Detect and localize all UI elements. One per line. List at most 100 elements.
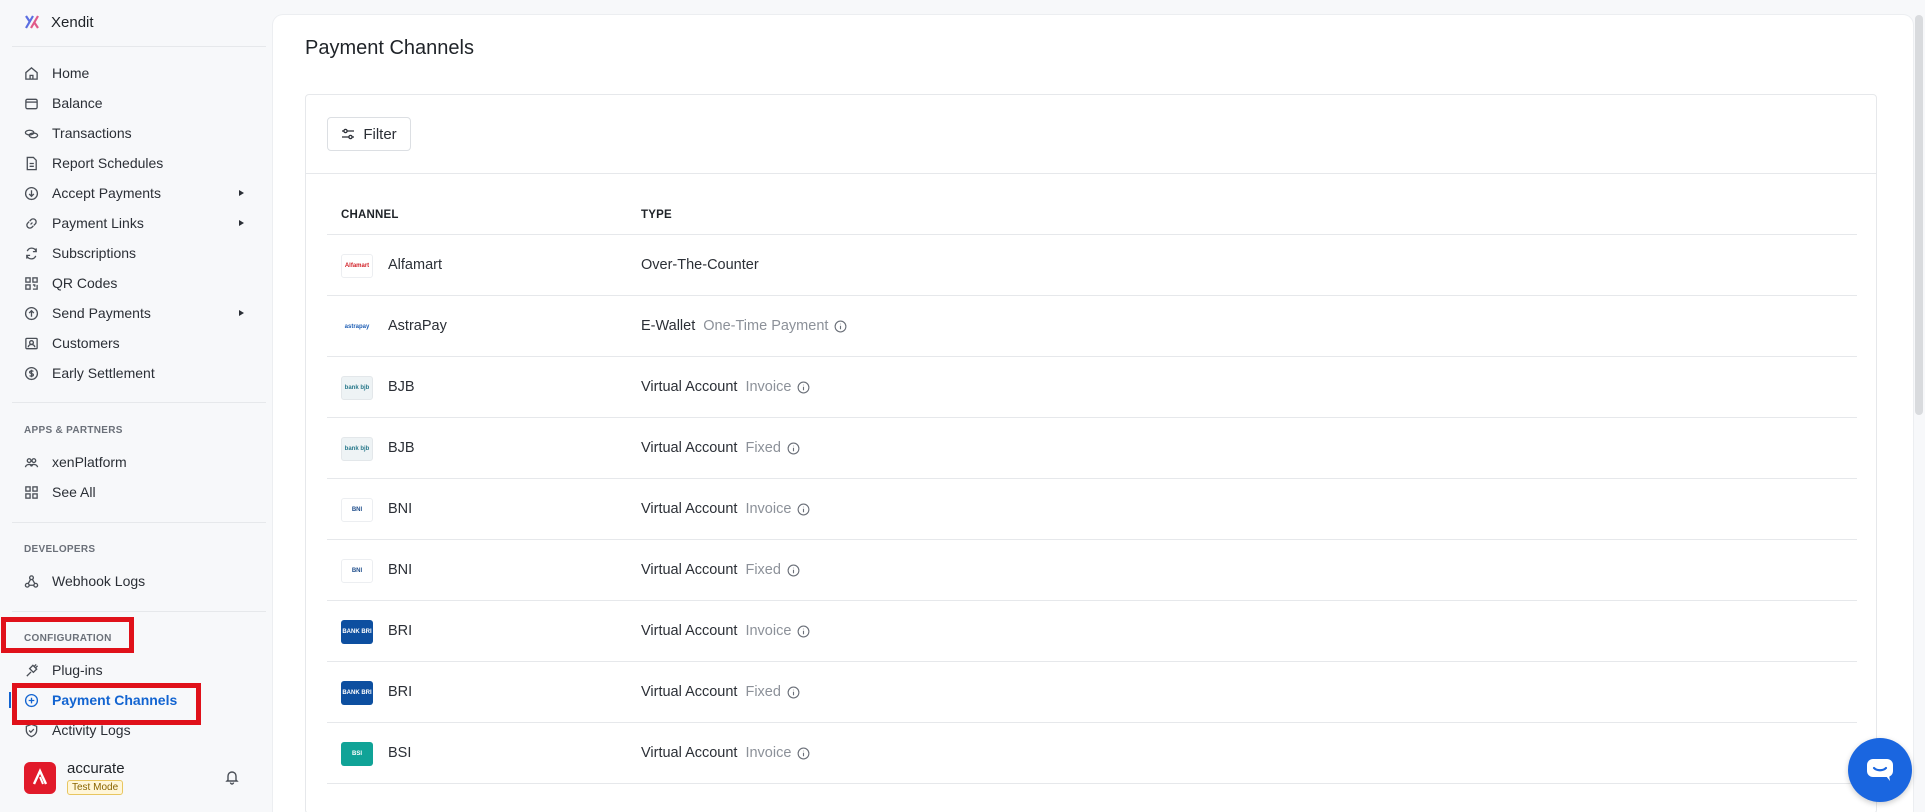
- highlight-box-payment-channels: [12, 683, 201, 725]
- divider: [12, 522, 266, 523]
- table-row[interactable]: BNI BNI Virtual Account Fixed: [327, 540, 1857, 601]
- section-title-developers: DEVELOPERS: [24, 544, 96, 555]
- sidebar-item-send-payments[interactable]: Send Payments: [12, 299, 252, 327]
- channel-logo: astrapay: [341, 315, 373, 339]
- channel-type: Over-The-Counter: [641, 257, 759, 273]
- sidebar-item-webhook-logs[interactable]: Webhook Logs: [12, 567, 252, 595]
- channel-logo: BNI: [341, 498, 373, 522]
- brand[interactable]: Xendit: [23, 12, 94, 32]
- table-row[interactable]: BANK BRI BRI Virtual Account Invoice: [327, 601, 1857, 662]
- table-row[interactable]: bank bjb BJB Virtual Account Fixed: [327, 418, 1857, 479]
- sidebar-item-label: Plug-ins: [52, 662, 103, 678]
- channel-name: BSI: [388, 745, 412, 761]
- sidebar-item-label: See All: [52, 484, 96, 500]
- channels-card: Filter CHANNEL TYPE Alfamart Alfamart Over…: [305, 94, 1877, 812]
- sidebar-item-subscriptions[interactable]: Subscriptions: [12, 239, 252, 267]
- type-label: Virtual Account: [641, 562, 738, 578]
- home-icon: [24, 66, 39, 81]
- sidebar-item-label: QR Codes: [52, 275, 118, 291]
- sidebar-item-transactions[interactable]: Transactions: [12, 119, 252, 147]
- sidebar-item-label: Send Payments: [52, 305, 151, 321]
- info-icon[interactable]: [787, 686, 800, 699]
- table-row[interactable]: astrapay AstraPay E-Wallet One-Time Payment: [327, 296, 1857, 357]
- users-icon: [24, 455, 39, 470]
- sidebar-item-see-all[interactable]: See All: [12, 478, 252, 506]
- channel-type: Virtual Account Fixed: [641, 562, 800, 578]
- channels-table: CHANNEL TYPE Alfamart Alfamart Over-The-Co…: [327, 175, 1857, 784]
- subtype-label: Invoice: [745, 501, 792, 517]
- sidebar-item-accept-payments[interactable]: Accept Payments: [12, 179, 252, 207]
- scrollbar[interactable]: [1915, 15, 1923, 415]
- subtype-label: Fixed: [745, 562, 781, 578]
- filter-button[interactable]: Filter: [327, 117, 411, 151]
- channel-type: Virtual Account Invoice: [641, 379, 810, 395]
- sidebar-item-report-schedules[interactable]: Report Schedules: [12, 149, 252, 177]
- subtype-label: One-Time Payment: [703, 318, 829, 334]
- channel-type: E-Wallet One-Time Payment: [641, 318, 847, 334]
- sidebar-item-label: xenPlatform: [52, 454, 127, 470]
- channel-logo: BANK BRI: [341, 620, 373, 644]
- info-icon[interactable]: [797, 503, 810, 516]
- webhook-icon: [24, 574, 39, 589]
- table-row[interactable]: Alfamart Alfamart Over-The-Counter: [327, 235, 1857, 296]
- channel-name: BNI: [388, 562, 413, 578]
- section-title-apps: APPS & PARTNERS: [24, 425, 123, 436]
- table-header: CHANNEL TYPE: [327, 175, 1857, 235]
- filter-sliders-icon: [342, 128, 355, 140]
- info-icon[interactable]: [797, 625, 810, 638]
- bell-icon[interactable]: [224, 769, 240, 785]
- channel-name: BJB: [388, 440, 415, 456]
- link-icon: [24, 216, 39, 231]
- sidebar-item-label: Home: [52, 65, 90, 81]
- type-label: Virtual Account: [641, 745, 738, 761]
- info-icon[interactable]: [787, 442, 800, 455]
- sidebar-item-balance[interactable]: Balance: [12, 89, 252, 117]
- channel-name: Alfamart: [388, 257, 442, 273]
- accurate-logo-icon: [32, 767, 48, 785]
- type-label: Virtual Account: [641, 623, 738, 639]
- toolbar: Filter: [306, 95, 1876, 174]
- table-row[interactable]: BSI BSI Virtual Account Invoice: [327, 723, 1857, 784]
- channel-logo: Alfamart: [341, 254, 373, 278]
- info-icon[interactable]: [797, 381, 810, 394]
- sidebar-item-customers[interactable]: Customers: [12, 329, 252, 357]
- chat-bubble-icon: [1867, 759, 1893, 781]
- sidebar-item-label: Report Schedules: [52, 155, 164, 171]
- sidebar: Xendit Home Balance Transactions Report …: [0, 0, 271, 812]
- table-row[interactable]: BNI BNI Virtual Account Invoice: [327, 479, 1857, 540]
- sidebar-item-label: Webhook Logs: [52, 573, 146, 589]
- table-row[interactable]: bank bjb BJB Virtual Account Invoice: [327, 357, 1857, 418]
- type-label: Virtual Account: [641, 501, 738, 517]
- subtype-label: Fixed: [745, 440, 781, 456]
- sidebar-item-label: Payment Links: [52, 215, 144, 231]
- chat-button[interactable]: [1848, 738, 1912, 802]
- subtype-label: Invoice: [745, 745, 792, 761]
- sidebar-item-xenplatform[interactable]: xenPlatform: [12, 448, 252, 476]
- sidebar-item-payment-links[interactable]: Payment Links: [12, 209, 252, 237]
- sidebar-item-home[interactable]: Home: [12, 59, 252, 87]
- account-switcher[interactable]: accurate Test Mode: [24, 760, 125, 795]
- column-header-channel: CHANNEL: [341, 209, 399, 221]
- sidebar-item-qr-codes[interactable]: QR Codes: [12, 269, 252, 297]
- xendit-logo-icon: [25, 15, 39, 29]
- sidebar-item-early-settlement[interactable]: Early Settlement: [12, 359, 252, 387]
- info-icon[interactable]: [834, 320, 847, 333]
- sidebar-item-plug-ins[interactable]: Plug-ins: [12, 656, 252, 684]
- qr-code-icon: [24, 276, 39, 291]
- divider: [12, 402, 266, 403]
- info-icon[interactable]: [787, 564, 800, 577]
- channel-type: Virtual Account Fixed: [641, 684, 800, 700]
- account-name: accurate: [67, 760, 125, 777]
- info-icon[interactable]: [797, 747, 810, 760]
- table-row[interactable]: BANK BRI BRI Virtual Account Fixed: [327, 662, 1857, 723]
- channel-name: BNI: [388, 501, 413, 517]
- sidebar-item-label: Transactions: [52, 125, 132, 141]
- caret-right-icon: [239, 220, 244, 226]
- type-label: E-Wallet: [641, 318, 696, 334]
- subtype-label: Invoice: [745, 379, 792, 395]
- column-header-type: TYPE: [641, 209, 672, 221]
- plug-icon: [24, 663, 39, 678]
- caret-right-icon: [239, 310, 244, 316]
- channel-name: BRI: [388, 623, 413, 639]
- channel-logo: BNI: [341, 559, 373, 583]
